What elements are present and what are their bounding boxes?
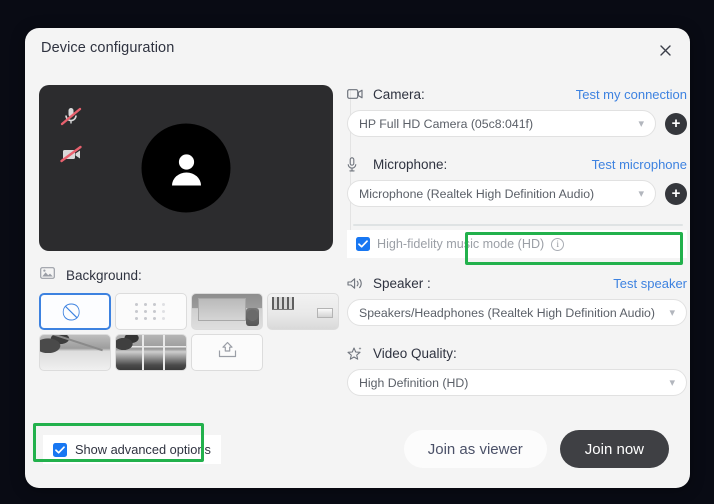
background-option-none[interactable]: ⃠ (39, 293, 111, 330)
chevron-down-icon: ▾ (638, 118, 644, 130)
test-microphone-link[interactable]: Test microphone (592, 157, 687, 172)
background-option-upload[interactable] (191, 334, 263, 371)
chevron-down-icon: ▾ (669, 307, 675, 319)
show-advanced-options-checkbox[interactable] (53, 442, 67, 457)
video-quality-select-value: High Definition (HD) (359, 375, 469, 390)
background-thumbnail-list: ⃠ (39, 293, 369, 371)
speaker-select-value: Speakers/Headphones (Realtek High Defini… (359, 305, 655, 320)
microphone-icon (347, 156, 369, 172)
speaker-select-row: Speakers/Headphones (Realtek High Defini… (347, 299, 687, 326)
high-fidelity-label: High-fidelity music mode (HD) (377, 237, 545, 251)
high-fidelity-music-mode-row[interactable]: High-fidelity music mode (HD) i (347, 230, 687, 258)
camera-select[interactable]: HP Full HD Camera (05c8:041f) ▾ (347, 110, 656, 137)
image-icon (40, 266, 55, 285)
avatar (141, 123, 231, 213)
chevron-down-icon: ▾ (638, 188, 644, 200)
screen: Device configuration Background: Camera:… (0, 0, 714, 504)
camera-label-row: Camera: Test my connection (347, 85, 687, 103)
speaker-label: Speaker : (373, 275, 431, 291)
left-panel: Background: ⃠ (39, 85, 349, 371)
show-advanced-options-label: Show advanced options (75, 442, 211, 457)
speaker-icon (347, 277, 369, 290)
background-option-window-view[interactable] (115, 334, 187, 371)
camera-select-row: HP Full HD Camera (05c8:041f) ▾ + (347, 110, 687, 137)
video-quality-select[interactable]: High Definition (HD) ▾ (347, 369, 687, 396)
background-option-blur[interactable] (115, 293, 187, 330)
camera-icon (347, 88, 369, 100)
background-option-room[interactable] (191, 293, 263, 330)
background-option-beach[interactable] (39, 334, 111, 371)
microphone-muted-icon (58, 105, 85, 129)
sparkle-star-icon (347, 346, 369, 361)
background-label: Background: (66, 268, 142, 283)
close-glyph (659, 44, 671, 56)
device-configuration-dialog: Device configuration Background: Camera:… (25, 28, 690, 488)
microphone-select-row: Microphone (Realtek High Definition Audi… (347, 180, 687, 207)
high-fidelity-checkbox[interactable] (356, 237, 370, 251)
add-camera-button[interactable]: + (665, 112, 687, 135)
microphone-label: Microphone: (373, 156, 448, 172)
camera-select-value: HP Full HD Camera (05c8:041f) (359, 116, 534, 131)
speaker-select[interactable]: Speakers/Headphones (Realtek High Defini… (347, 299, 687, 326)
camera-label: Camera: (373, 86, 425, 102)
video-quality-label-row: Video Quality: (347, 344, 687, 362)
blur-dots-icon (135, 303, 167, 320)
video-quality-select-row: High Definition (HD) ▾ (347, 369, 687, 396)
page-title: Device configuration (41, 40, 175, 56)
info-icon[interactable]: i (551, 237, 565, 251)
checkmark-icon (55, 445, 65, 454)
right-panel: Camera: Test my connection HP Full HD Ca… (347, 85, 687, 396)
join-now-button[interactable]: Join now (559, 430, 669, 468)
upload-icon (217, 341, 238, 364)
video-preview[interactable] (39, 85, 333, 251)
background-label-row: Background: (40, 266, 349, 285)
checkmark-icon (358, 240, 368, 248)
test-speaker-link[interactable]: Test speaker (613, 276, 687, 291)
speaker-label-row: Speaker : Test speaker (347, 274, 687, 292)
microphone-select[interactable]: Microphone (Realtek High Definition Audi… (347, 180, 656, 207)
advanced-options-wrap: Show advanced options (43, 435, 221, 464)
background-option-office[interactable] (267, 293, 339, 330)
test-my-connection-link[interactable]: Test my connection (576, 87, 687, 102)
camera-muted-icon (58, 142, 85, 166)
join-as-viewer-button[interactable]: Join as viewer (403, 430, 547, 468)
add-microphone-button[interactable]: + (665, 182, 687, 205)
person-avatar-icon (171, 153, 201, 185)
show-advanced-options-row[interactable]: Show advanced options (43, 435, 221, 464)
close-icon[interactable] (651, 36, 679, 64)
video-quality-label: Video Quality: (373, 345, 457, 361)
footer-buttons: Join as viewer Join now (403, 430, 669, 468)
microphone-select-value: Microphone (Realtek High Definition Audi… (359, 186, 595, 201)
chevron-down-icon: ▾ (669, 377, 675, 389)
microphone-label-row: Microphone: Test microphone (347, 155, 687, 173)
